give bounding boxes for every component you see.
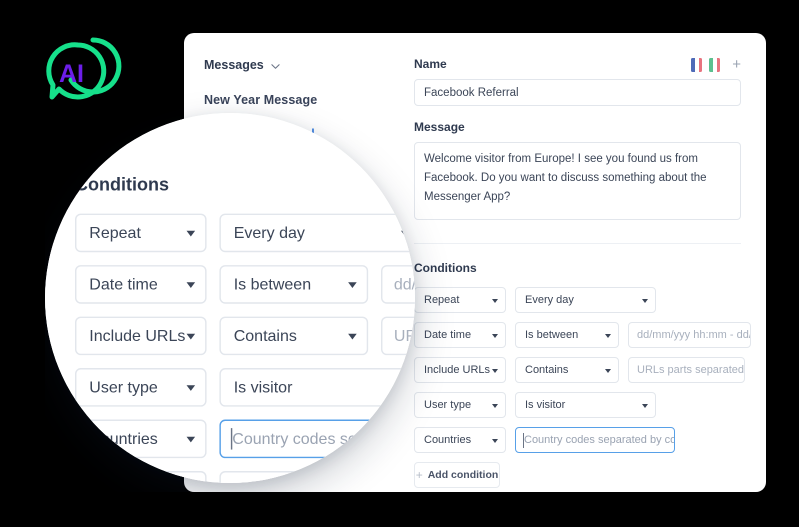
condition-field-select[interactable]: Repeat xyxy=(414,287,506,313)
plus-icon: + xyxy=(416,468,423,482)
condition-field-select[interactable]: Countries xyxy=(75,420,207,459)
background-mask-bottom xyxy=(0,492,799,527)
screenshot-root: AI Messages New Year Message Facebook Re… xyxy=(0,0,799,527)
condition-operator-select[interactable]: Every day xyxy=(219,214,415,253)
condition-operator-select[interactable]: Is visitor xyxy=(515,392,656,418)
table-row: Include URLs Contains URLs parts s xyxy=(75,317,415,356)
condition-operator-select[interactable]: Is between xyxy=(219,265,368,304)
condition-field-select[interactable]: Include URLs xyxy=(75,317,207,356)
flag-france-icon[interactable] xyxy=(691,58,702,72)
condition-operator-select[interactable]: Is between xyxy=(515,322,619,348)
condition-field-select[interactable]: Date time xyxy=(75,265,207,304)
add-condition-button[interactable]: + Add condition xyxy=(414,462,500,488)
condition-datetime-input[interactable]: dd/mm/yyy hh: xyxy=(381,265,415,304)
condition-row: Repeat Every day xyxy=(414,287,741,313)
condition-operator-select[interactable]: Contains xyxy=(219,317,368,356)
table-row: Cities Cities separated by commas xyxy=(75,471,415,483)
name-input[interactable] xyxy=(414,79,741,106)
condition-row: User type Is visitor xyxy=(414,392,741,418)
logo-text: AI xyxy=(59,60,84,88)
condition-field-select[interactable]: Countries xyxy=(414,427,506,453)
chevron-down-icon xyxy=(271,62,280,71)
detail-pane: Name + Message Welcome visitor from Euro… xyxy=(406,33,766,492)
magnifier-lens: Conditions Repeat Every day Date time Is… xyxy=(45,113,415,483)
condition-cities-input[interactable]: Cities separated by commas xyxy=(219,471,415,483)
conditions-title: Conditions xyxy=(414,261,741,275)
condition-urls-input[interactable]: URLs parts s xyxy=(381,317,415,356)
table-row: Countries Country codes separated by com… xyxy=(75,420,415,459)
name-label: Name xyxy=(414,57,447,71)
condition-field-select[interactable]: Include URLs xyxy=(414,357,506,383)
condition-row: Include URLs Contains URLs parts separat… xyxy=(414,357,741,383)
sidebar-item-new-year-message[interactable]: New Year Message xyxy=(204,93,406,107)
condition-operator-select[interactable]: Every day xyxy=(515,287,656,313)
condition-operator-select[interactable]: Contains xyxy=(515,357,619,383)
section-divider xyxy=(414,243,741,244)
condition-countries-input[interactable]: Country codes separated by commas xyxy=(515,427,675,453)
condition-field-select[interactable]: Date time xyxy=(414,322,506,348)
add-condition-label: Add condition xyxy=(428,469,499,481)
condition-countries-input[interactable]: Country codes separated by commas xyxy=(219,420,415,459)
condition-row: Countries Country codes separated by com… xyxy=(414,427,741,453)
condition-datetime-input[interactable]: dd/mm/yyy hh:mm - dd/mm/y xyxy=(628,322,751,348)
table-row: Repeat Every day xyxy=(75,214,415,253)
condition-field-select[interactable]: User type xyxy=(75,368,207,407)
magnifier-content: Conditions Repeat Every day Date time Is… xyxy=(75,175,415,483)
logo-chat-bubbles-icon: AI xyxy=(38,32,134,108)
sidebar-header-label: Messages xyxy=(204,58,264,72)
message-textarea[interactable]: Welcome visitor from Europe! I see you f… xyxy=(414,142,741,220)
condition-field-select[interactable]: User type xyxy=(414,392,506,418)
condition-row: Date time Is between dd/mm/yyy hh:mm - d… xyxy=(414,322,741,348)
condition-field-select[interactable]: Repeat xyxy=(75,214,207,253)
table-row: User type Is visitor xyxy=(75,368,415,407)
message-label: Message xyxy=(414,120,741,134)
app-logo: AI xyxy=(38,32,134,108)
magnified-conditions-title: Conditions xyxy=(75,175,415,195)
sidebar-header[interactable]: Messages xyxy=(204,58,406,72)
background-mask-left xyxy=(0,0,45,527)
add-language-button[interactable]: + xyxy=(732,57,741,72)
name-label-row: Name + xyxy=(414,57,741,79)
condition-operator-select[interactable]: Is visitor xyxy=(219,368,415,407)
condition-field-select[interactable]: Cities xyxy=(75,471,207,483)
table-row: Date time Is between dd/mm/yyy hh: xyxy=(75,265,415,304)
language-flags: + xyxy=(691,57,741,72)
flag-italy-icon[interactable] xyxy=(709,58,720,72)
condition-urls-input[interactable]: URLs parts separated by c xyxy=(628,357,745,383)
